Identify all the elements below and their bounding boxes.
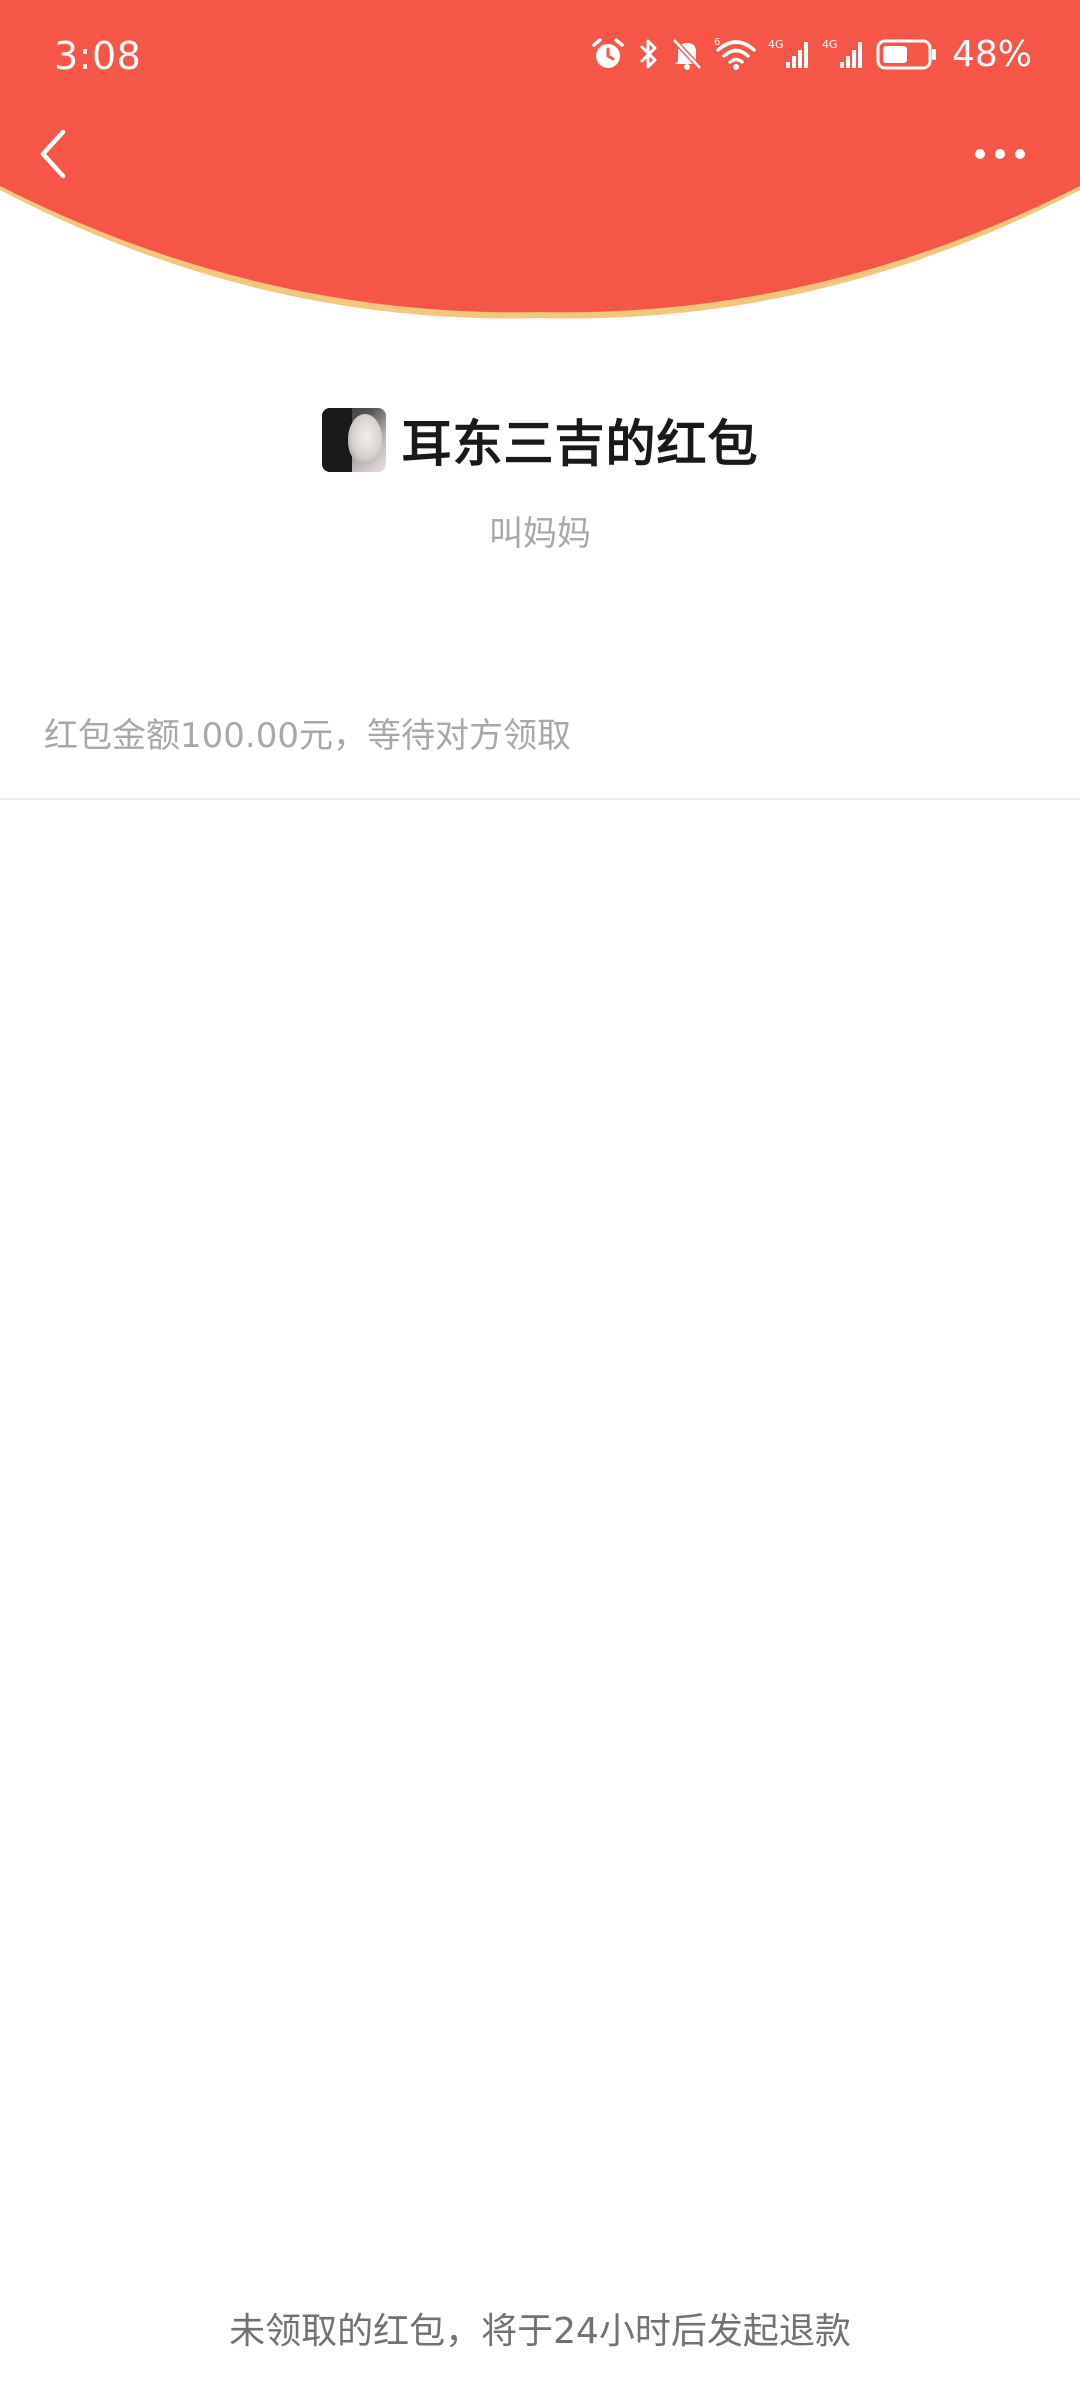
red-packet-detail-screen: 3:08 6 4G 4G 48% 耳东三吉的红包 叫妈妈 红包金额100.00元…: [0, 0, 1080, 2382]
back-button[interactable]: [22, 118, 82, 190]
greeting-message: 叫妈妈: [489, 514, 591, 554]
avatar[interactable]: [321, 408, 386, 472]
wifi-icon: 6: [714, 36, 758, 72]
more-dots-icon: [995, 149, 1005, 159]
more-dots-icon: [975, 149, 985, 159]
signal-icon: 4G: [822, 36, 866, 72]
avatar-face: [347, 414, 382, 464]
refund-note: 未领取的红包，将于24小时后发起退款: [229, 2311, 851, 2352]
signal-icon: 4G: [768, 36, 812, 72]
more-dots-icon: [1015, 149, 1025, 159]
signal-1-label: 4G: [768, 38, 784, 51]
bell-muted-icon: [670, 36, 704, 72]
status-icons: 6 4G 4G 48%: [590, 32, 1032, 76]
status-time: 3:08: [54, 34, 142, 78]
bluetooth-icon: [636, 36, 660, 72]
wifi-label: 6: [714, 37, 720, 48]
status-bar: 3:08 6 4G 4G 48%: [0, 0, 1080, 110]
divider: [0, 798, 1080, 800]
chevron-left-icon: [40, 129, 66, 179]
battery-icon: [876, 36, 938, 72]
battery-percent: 48%: [951, 33, 1032, 75]
more-button[interactable]: [960, 128, 1040, 180]
amount-status: 红包金额100.00元，等待对方领取: [44, 716, 571, 756]
alarm-icon: [590, 36, 626, 72]
signal-2-label: 4G: [822, 38, 838, 51]
sender-row: 耳东三吉的红包: [0, 404, 1080, 476]
sender-title: 耳东三吉的红包: [401, 415, 759, 473]
